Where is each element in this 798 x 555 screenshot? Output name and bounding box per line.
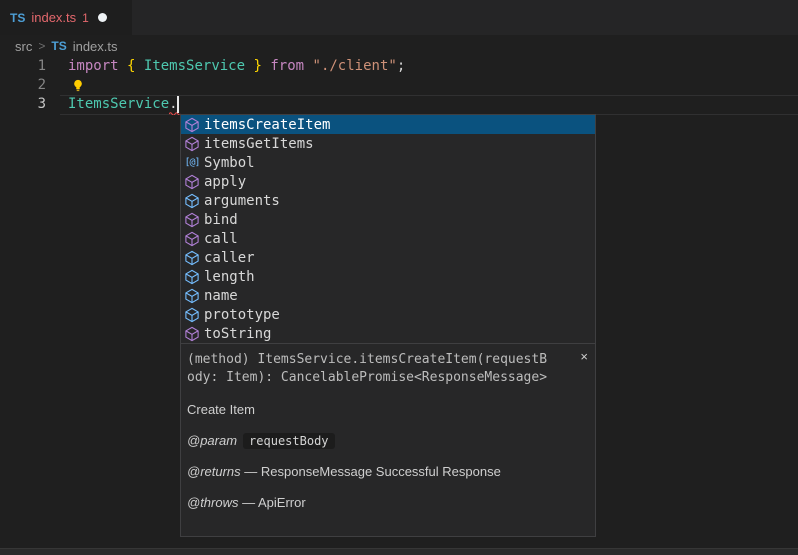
tab-index-ts[interactable]: TS index.ts 1: [0, 0, 132, 35]
suggest-list: itemsCreateItem itemsGetItems[@]Symbol app…: [181, 115, 595, 343]
suggest-item-itemsGetItems[interactable]: itemsGetItems: [181, 134, 595, 153]
breadcrumb: src > TS index.ts: [0, 35, 798, 57]
line-number: 2: [0, 76, 46, 95]
field-kind-icon: [184, 288, 200, 304]
cursor-caret: [177, 96, 179, 113]
line-number: 1: [0, 57, 46, 76]
breadcrumb-file-icon: TS: [51, 39, 66, 53]
suggest-item-prototype[interactable]: prototype: [181, 305, 595, 324]
suggest-item-apply[interactable]: apply: [181, 172, 595, 191]
field-kind-icon: [184, 307, 200, 323]
suggest-label: toString: [204, 326, 271, 342]
line-number: 3: [0, 95, 46, 114]
docs-tag-returns: @returns — ResponseMessage Successful Re…: [187, 464, 590, 480]
code-line[interactable]: 1 import { ItemsService } from "./client"…: [0, 57, 798, 76]
suggest-label: name: [204, 288, 238, 304]
suggest-item-Symbol[interactable]: [@]Symbol: [181, 153, 595, 172]
suggest-item-itemsCreateItem[interactable]: itemsCreateItem: [181, 115, 595, 134]
lightbulb-icon[interactable]: [71, 78, 85, 93]
suggest-item-name[interactable]: name: [181, 286, 595, 305]
suggest-item-call[interactable]: call: [181, 229, 595, 248]
doc-tag-text: — ResponseMessage Successful Response: [241, 464, 501, 479]
doc-tag-text: — ApiError: [239, 495, 306, 510]
suggest-widget: itemsCreateItem itemsGetItems[@]Symbol app…: [180, 114, 596, 344]
suggest-label: bind: [204, 212, 238, 228]
suggest-item-bind[interactable]: bind: [181, 210, 595, 229]
close-icon[interactable]: ×: [580, 350, 588, 363]
code-text: import { ItemsService } from "./client";: [68, 57, 405, 76]
docs-signature: (method) ItemsService.itemsCreateItem(re…: [187, 351, 590, 387]
suggest-item-toString[interactable]: toString: [181, 324, 595, 343]
field-kind-icon: [184, 250, 200, 266]
variable-kind-icon: [@]: [184, 155, 200, 171]
method-kind-icon: [184, 212, 200, 228]
method-kind-icon: [184, 174, 200, 190]
ts-file-icon: TS: [10, 11, 25, 25]
suggest-item-length[interactable]: length: [181, 267, 595, 286]
suggest-label: Symbol: [204, 155, 255, 171]
docs-tag-throws: @throws — ApiError: [187, 495, 590, 511]
suggest-label: apply: [204, 174, 246, 190]
breadcrumb-file[interactable]: index.ts: [73, 39, 118, 54]
method-kind-icon: [184, 136, 200, 152]
doc-tag-label: @param: [187, 433, 237, 448]
dirty-indicator-dot[interactable]: [98, 13, 107, 22]
suggest-item-arguments[interactable]: arguments: [181, 191, 595, 210]
field-kind-icon: [184, 193, 200, 209]
doc-tag-label: @returns: [187, 464, 241, 479]
doc-tag-label: @throws: [187, 495, 239, 510]
code-text: ItemsService.: [68, 95, 178, 114]
problem-count-badge: 1: [82, 11, 89, 25]
suggest-label: caller: [204, 250, 255, 266]
bottom-panel-edge: [0, 548, 798, 555]
suggest-docs-panel: (method) ItemsService.itemsCreateItem(re…: [180, 342, 596, 537]
chevron-right-icon: >: [38, 39, 45, 53]
field-kind-icon: [184, 269, 200, 285]
docs-summary: Create Item: [187, 402, 590, 418]
breadcrumb-folder[interactable]: src: [15, 39, 32, 54]
suggest-label: itemsCreateItem: [204, 117, 330, 133]
method-kind-icon: [184, 117, 200, 133]
param-name-chip: requestBody: [243, 433, 334, 449]
code-line[interactable]: 3 ItemsService.: [0, 95, 798, 114]
method-kind-icon: [184, 231, 200, 247]
method-kind-icon: [184, 326, 200, 342]
tab-filename: index.ts: [31, 10, 76, 25]
editor[interactable]: 1 import { ItemsService } from "./client"…: [0, 57, 798, 114]
code-line[interactable]: 2: [0, 76, 798, 95]
suggest-label: itemsGetItems: [204, 136, 314, 152]
docs-tag-param: @param requestBody: [187, 433, 590, 449]
code-lines: 1 import { ItemsService } from "./client"…: [0, 57, 798, 114]
suggest-label: arguments: [204, 193, 280, 209]
tab-bar: TS index.ts 1: [0, 0, 798, 35]
suggest-item-caller[interactable]: caller: [181, 248, 595, 267]
suggest-label: prototype: [204, 307, 280, 323]
suggest-label: length: [204, 269, 255, 285]
suggest-label: call: [204, 231, 238, 247]
